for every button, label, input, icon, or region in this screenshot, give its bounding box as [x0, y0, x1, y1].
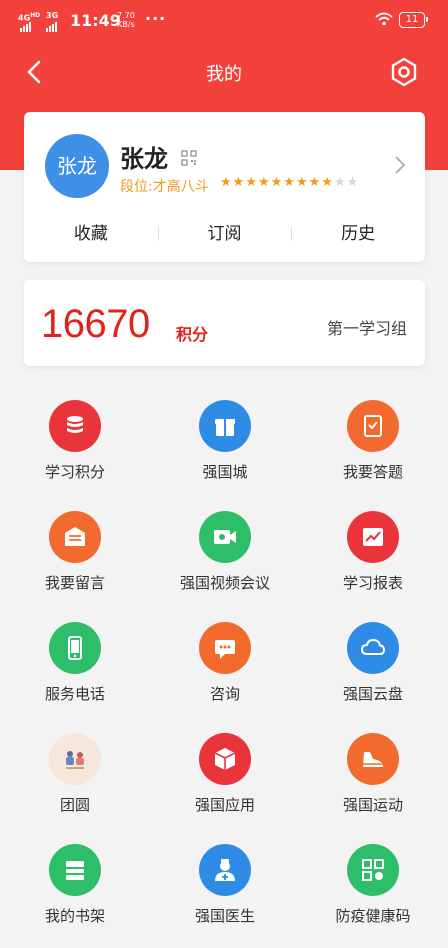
grid-item-label: 强国城: [202, 463, 248, 481]
grid-item[interactable]: 防疫健康码: [298, 844, 448, 926]
grid-item[interactable]: 强国云盘: [298, 622, 448, 704]
star-empty-icon: ★: [346, 175, 359, 190]
chevron-right-icon[interactable]: [394, 154, 406, 176]
star-filled-icon: ★: [257, 175, 270, 190]
tab-subscriptions[interactable]: 订阅: [157, 220, 292, 248]
grid-item[interactable]: 强国视频会议: [150, 511, 300, 593]
grid-item[interactable]: 服务电话: [0, 622, 150, 704]
study-group-name: 第一学习组: [326, 319, 407, 338]
grid-item-label: 强国运动: [342, 796, 403, 814]
points-unit: 积分: [176, 325, 209, 344]
star-filled-icon: ★: [283, 175, 295, 190]
grid-item-label: 团圆: [59, 796, 90, 814]
cube-icon: [199, 733, 251, 785]
qr-code-icon[interactable]: [181, 150, 197, 166]
grid-item-label: 强国应用: [194, 796, 255, 814]
wifi-icon: [375, 12, 393, 26]
signal-icon-2: [46, 20, 57, 32]
gift-box-icon: [199, 400, 251, 452]
grid-item-label: 我要答题: [342, 463, 403, 481]
mailbox-icon: [49, 511, 101, 563]
grid-item[interactable]: 我要答题: [298, 400, 448, 482]
status-bar: 4GHD 3G 11:49 7.70 KB/s ··· 11: [0, 0, 448, 44]
grid-item[interactable]: 强国城: [150, 400, 300, 482]
points-value: 16670: [41, 302, 150, 346]
grid-item-label: 我要留言: [44, 574, 105, 592]
grid-item[interactable]: 我的书架: [0, 844, 150, 926]
settings-hexagon-icon[interactable]: [388, 56, 420, 88]
grid-item-label: 强国视频会议: [179, 574, 270, 592]
grid-item[interactable]: 咨询: [150, 622, 300, 704]
star-filled-icon: ★: [308, 175, 321, 190]
battery-icon: 11: [399, 12, 428, 28]
star-filled-icon: ★: [270, 175, 283, 190]
profile-tabs: 收藏 订阅 历史: [24, 220, 425, 248]
score-card[interactable]: 16670 积分 第一学习组: [24, 280, 425, 366]
grid-item[interactable]: 学习积分: [0, 400, 150, 482]
tab-history[interactable]: 历史: [291, 220, 425, 248]
video-camera-icon: [199, 511, 251, 563]
grid-item-label: 学习报表: [342, 574, 403, 592]
grid-item-label: 强国医生: [194, 907, 255, 925]
avatar[interactable]: 张龙: [45, 134, 109, 198]
grid-item-label: 强国云盘: [342, 685, 403, 703]
star-filled-icon: ★: [232, 175, 245, 190]
rank-label: 段位:才高八斗: [120, 179, 209, 195]
grid-item[interactable]: 学习报表: [298, 511, 448, 593]
doctor-icon: [199, 844, 251, 896]
grid-item[interactable]: 团圆: [0, 733, 150, 815]
clock: 11:49: [70, 11, 121, 30]
grid-item[interactable]: 我要留言: [0, 511, 150, 593]
chat-bubble-icon: [199, 622, 251, 674]
cloud-icon: [347, 622, 399, 674]
grid-item[interactable]: 强国运动: [298, 733, 448, 815]
coins-icon: [49, 400, 101, 452]
star-empty-icon: ★: [333, 175, 346, 190]
star-filled-icon: ★: [220, 175, 232, 190]
phone-icon: [49, 622, 101, 674]
star-filled-icon: ★: [321, 175, 333, 190]
grid-item-label: 我的书架: [44, 907, 105, 925]
more-notifications-icon: ···: [145, 9, 167, 28]
grid-item[interactable]: 强国医生: [150, 844, 300, 926]
grid-item[interactable]: 强国应用: [150, 733, 300, 815]
sneaker-icon: [347, 733, 399, 785]
grid-item-label: 学习积分: [44, 463, 105, 481]
star-filled-icon: ★: [295, 175, 308, 190]
tab-favorites[interactable]: 收藏: [24, 220, 158, 248]
rank-stars: ★ ★ ★ ★ ★ ★ ★ ★ ★ ★ ★: [220, 175, 358, 191]
profile-card[interactable]: 张龙 张龙 段位:才高八斗 ★ ★ ★ ★ ★ ★ ★ ★ ★ ★ ★ 收藏 订阅 历史: [24, 112, 425, 262]
user-name: 张龙: [120, 145, 168, 173]
network-3g-indicator: 3G: [46, 11, 59, 20]
chart-report-icon: [347, 511, 399, 563]
grid-item-label: 服务电话: [44, 685, 105, 703]
book-shelf-icon: [49, 844, 101, 896]
page-title: 我的: [206, 64, 242, 85]
network-speed: 7.70 KB/s: [117, 11, 135, 29]
grid-item-label: 防疫健康码: [335, 907, 411, 925]
family-reunion-icon: [49, 733, 101, 785]
qr-health-code-icon: [347, 844, 399, 896]
star-filled-icon: ★: [245, 175, 257, 190]
signal-icon: [20, 20, 31, 32]
grid-item-label: 咨询: [209, 685, 240, 703]
clipboard-check-icon: [347, 400, 399, 452]
nav-bar: 我的: [0, 44, 448, 100]
